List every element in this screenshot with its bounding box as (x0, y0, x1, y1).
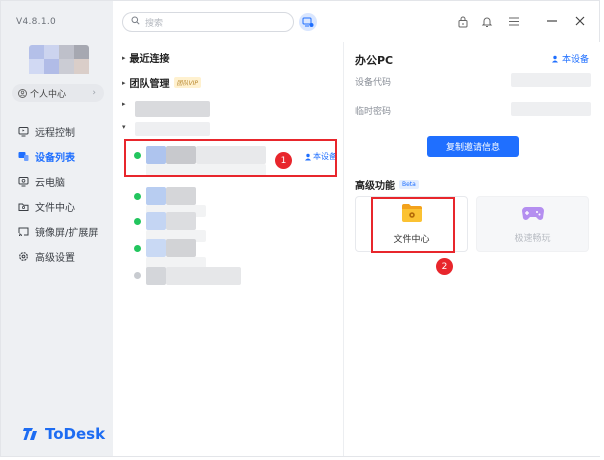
app-window: V4.8.1.0 个人中心 › 远程控制 设备列表 云电脑 文件中心 镜像屏/扩… (0, 0, 601, 457)
beta-badge: Beta (399, 180, 419, 189)
team-section-header[interactable]: ▸ 团队管理 团队VIP (122, 75, 202, 90)
sidebar-item-label: 设备列表 (35, 153, 75, 164)
advanced-features-header: 高级功能 Beta (355, 177, 419, 192)
chevron-right-icon: › (92, 88, 96, 98)
device-code-value-blurred (511, 73, 591, 87)
sidebar-item-cloud-pc[interactable]: 云电脑 (1, 169, 113, 194)
blurred-group-name (135, 122, 210, 136)
sidebar-item-screen-cast[interactable]: 镜像屏/扩展屏 (1, 219, 113, 244)
search-input[interactable]: 搜索 (122, 12, 294, 32)
online-status-dot (134, 193, 141, 200)
screen-link-icon (302, 17, 314, 27)
bell-icon[interactable] (480, 14, 494, 28)
sidebar: V4.8.1.0 个人中心 › 远程控制 设备列表 云电脑 文件中心 镜像屏/扩… (1, 1, 113, 456)
offline-status-dot (134, 272, 141, 279)
version-label: V4.8.1.0 (16, 17, 57, 27)
blurred-device-icon (146, 239, 166, 257)
avatar[interactable] (29, 45, 89, 74)
this-device-tag: 本设备 (551, 52, 589, 65)
todesk-logo-icon (23, 427, 41, 441)
device-code-label: 设备代码 (355, 78, 392, 88)
sidebar-item-label: 文件中心 (35, 203, 75, 214)
scan-button[interactable] (299, 13, 317, 31)
blurred-group-name (135, 101, 210, 117)
personal-center-label: 个人中心 (30, 89, 67, 100)
annotation-badge-2: 2 (436, 258, 453, 275)
expand-arrow-icon: ▸ (122, 100, 126, 108)
blurred-device-icon (146, 187, 166, 205)
close-icon[interactable] (573, 14, 587, 28)
sidebar-item-label: 高级设置 (35, 253, 75, 264)
recent-section-header[interactable]: ▸ 最近连接 (122, 50, 170, 66)
temp-password-value-blurred (511, 102, 591, 116)
sidebar-item-label: 云电脑 (35, 178, 65, 189)
search-icon (131, 16, 140, 28)
blurred-device-icon (146, 212, 166, 230)
screen-cast-icon (18, 226, 29, 237)
sidebar-item-label: 镜像屏/扩展屏 (35, 228, 99, 239)
top-bar: 搜索 (113, 1, 601, 42)
annotation-badge-1: 1 (275, 152, 292, 169)
expand-arrow-icon: ▸ (122, 53, 126, 62)
blurred-device-name (166, 187, 196, 205)
sidebar-item-advanced-settings[interactable]: 高级设置 (1, 244, 113, 269)
devices-icon (18, 151, 29, 162)
logo-text: ToDesk (45, 425, 106, 443)
device-list-panel: ▸ 最近连接 ▸ 团队管理 团队VIP ▸ ▾ 本设备 1 (113, 42, 344, 456)
lock-icon[interactable] (456, 14, 470, 28)
todesk-logo: ToDesk (23, 425, 105, 443)
team-label: 团队管理 (129, 79, 170, 90)
gear-icon (18, 251, 29, 262)
team-vip-badge: 团队VIP (173, 77, 202, 88)
recent-label: 最近连接 (129, 54, 170, 65)
blurred-device-name (166, 212, 196, 230)
gamepad-icon (521, 204, 545, 225)
blurred-device-icon (146, 267, 166, 285)
copy-invite-button[interactable]: 复制邀请信息 (427, 136, 519, 157)
cloud-pc-icon (18, 176, 29, 187)
sidebar-item-label: 远程控制 (35, 128, 75, 139)
expand-arrow-icon: ▸ (122, 78, 126, 87)
sidebar-item-device-list[interactable]: 设备列表 (1, 144, 113, 169)
sidebar-item-file-center[interactable]: 文件中心 (1, 194, 113, 219)
search-placeholder: 搜索 (145, 18, 164, 29)
user-icon (551, 55, 558, 62)
group-header[interactable]: ▾ (122, 123, 130, 131)
online-status-dot (134, 245, 141, 252)
card-label: 极速畅玩 (514, 234, 551, 244)
folder-icon (18, 201, 29, 212)
menu-icon[interactable] (507, 14, 521, 28)
blurred-device-name (166, 239, 196, 257)
monitor-remote-icon (18, 126, 29, 137)
online-status-dot (134, 218, 141, 225)
sidebar-item-remote-control[interactable]: 远程控制 (1, 119, 113, 144)
device-detail-panel: 办公PC 本设备 设备代码 临时密码 复制邀请信息 高级功能 Beta 文件中心… (345, 42, 601, 456)
minimize-icon[interactable] (545, 14, 559, 28)
speed-play-card[interactable]: 极速畅玩 (476, 196, 589, 252)
temp-password-label: 临时密码 (355, 107, 392, 117)
collapse-arrow-icon: ▾ (122, 123, 126, 131)
group-header[interactable]: ▸ (122, 100, 130, 108)
personal-center-button[interactable]: 个人中心 › (12, 84, 104, 102)
blurred-device-name (166, 267, 241, 285)
device-row-selected[interactable] (124, 139, 337, 177)
sidebar-nav: 远程控制 设备列表 云电脑 文件中心 镜像屏/扩展屏 高级设置 (1, 119, 113, 269)
device-title: 办公PC (355, 54, 394, 67)
file-center-highlight (371, 197, 455, 253)
user-icon (18, 88, 27, 98)
